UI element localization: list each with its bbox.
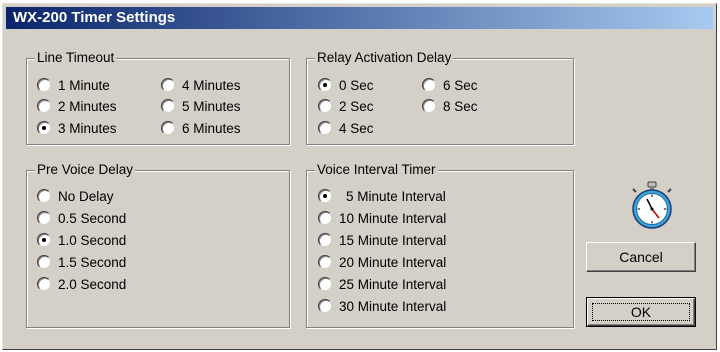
relay-option-6-sec[interactable]: 6 Sec	[422, 75, 478, 95]
option-label: 3 Minutes	[58, 120, 117, 136]
radio-button[interactable]	[318, 299, 332, 313]
option-label: 8 Sec	[443, 98, 478, 114]
voice-interval-option-5[interactable]: 5 Minute Interval	[318, 186, 446, 206]
voice-interval-option-10[interactable]: 10 Minute Interval	[318, 208, 446, 228]
option-label: 15 Minute Interval	[339, 232, 447, 248]
radio-button[interactable]	[37, 277, 51, 291]
radio-button-checked[interactable]	[37, 233, 51, 247]
pre-voice-option-1-0[interactable]: 1.0 Second	[37, 230, 126, 250]
radio-button[interactable]	[37, 255, 51, 269]
relay-option-4-sec[interactable]: 4 Sec	[318, 118, 374, 138]
radio-button[interactable]	[422, 99, 436, 113]
line-timeout-option-6[interactable]: 6 Minutes	[161, 118, 241, 138]
option-label: No Delay	[58, 188, 114, 204]
option-label: 0.5 Second	[58, 210, 127, 226]
option-label: 1.5 Second	[58, 254, 127, 270]
title-bar: WX-200 Timer Settings	[6, 7, 713, 29]
line-timeout-option-2[interactable]: 2 Minutes	[37, 96, 117, 116]
cancel-button-label: Cancel	[619, 249, 663, 265]
stopwatch-icon	[627, 180, 677, 232]
radio-button-checked[interactable]	[318, 78, 332, 92]
radio-button[interactable]	[161, 121, 175, 135]
radio-button-checked[interactable]	[318, 189, 332, 203]
line-timeout-option-1[interactable]: 1 Minute	[37, 75, 110, 95]
pre-voice-option-1-5[interactable]: 1.5 Second	[37, 252, 126, 272]
line-timeout-option-5[interactable]: 5 Minutes	[161, 96, 241, 116]
option-label: 10 Minute Interval	[339, 210, 447, 226]
radio-button[interactable]	[37, 211, 51, 225]
radio-button[interactable]	[37, 189, 51, 203]
radio-button-checked[interactable]	[37, 121, 51, 135]
radio-button[interactable]	[318, 277, 332, 291]
radio-button[interactable]	[161, 78, 175, 92]
radio-button[interactable]	[37, 78, 51, 92]
option-label: 5 Minutes	[182, 98, 241, 114]
line-timeout-option-3[interactable]: 3 Minutes	[37, 118, 117, 138]
option-label: 2.0 Second	[58, 276, 127, 292]
voice-interval-option-20[interactable]: 20 Minute Interval	[318, 252, 446, 272]
option-label: 2 Minutes	[58, 98, 117, 114]
radio-button[interactable]	[318, 211, 332, 225]
relay-option-0-sec[interactable]: 0 Sec	[318, 75, 374, 95]
relay-option-8-sec[interactable]: 8 Sec	[422, 96, 478, 116]
radio-button[interactable]	[318, 99, 332, 113]
line-timeout-label: Line Timeout	[35, 50, 117, 66]
relay-option-2-sec[interactable]: 2 Sec	[318, 96, 374, 116]
voice-interval-option-15[interactable]: 15 Minute Interval	[318, 230, 446, 250]
radio-button[interactable]	[318, 255, 332, 269]
option-label: 2 Sec	[339, 98, 374, 114]
option-label: 0 Sec	[339, 77, 374, 93]
radio-button[interactable]	[161, 99, 175, 113]
option-label: 20 Minute Interval	[339, 254, 447, 270]
voice-interval-option-25[interactable]: 25 Minute Interval	[318, 274, 446, 294]
voice-interval-timer-label: Voice Interval Timer	[315, 162, 438, 178]
option-label: 4 Sec	[339, 120, 374, 136]
option-label: 4 Minutes	[182, 77, 241, 93]
radio-button[interactable]	[318, 233, 332, 247]
pre-voice-option-no-delay[interactable]: No Delay	[37, 186, 114, 206]
radio-button[interactable]	[318, 121, 332, 135]
option-label: 30 Minute Interval	[339, 298, 447, 314]
option-label: 1.0 Second	[58, 232, 127, 248]
option-label: 1 Minute	[58, 77, 110, 93]
option-label: 5 Minute Interval	[346, 188, 446, 204]
line-timeout-option-4[interactable]: 4 Minutes	[161, 75, 241, 95]
option-label: 6 Minutes	[182, 120, 241, 136]
relay-activation-delay-label: Relay Activation Delay	[315, 50, 454, 66]
pre-voice-option-2-0[interactable]: 2.0 Second	[37, 274, 126, 294]
radio-button[interactable]	[37, 99, 51, 113]
pre-voice-delay-label: Pre Voice Delay	[35, 162, 136, 178]
radio-button[interactable]	[422, 78, 436, 92]
ok-button[interactable]: OK	[586, 297, 696, 327]
focus-rectangle	[592, 303, 690, 321]
option-label: 25 Minute Interval	[339, 276, 447, 292]
option-label: 6 Sec	[443, 77, 478, 93]
cancel-button[interactable]: Cancel	[586, 242, 696, 272]
pre-voice-option-0-5[interactable]: 0.5 Second	[37, 208, 126, 228]
voice-interval-option-30[interactable]: 30 Minute Interval	[318, 296, 446, 316]
